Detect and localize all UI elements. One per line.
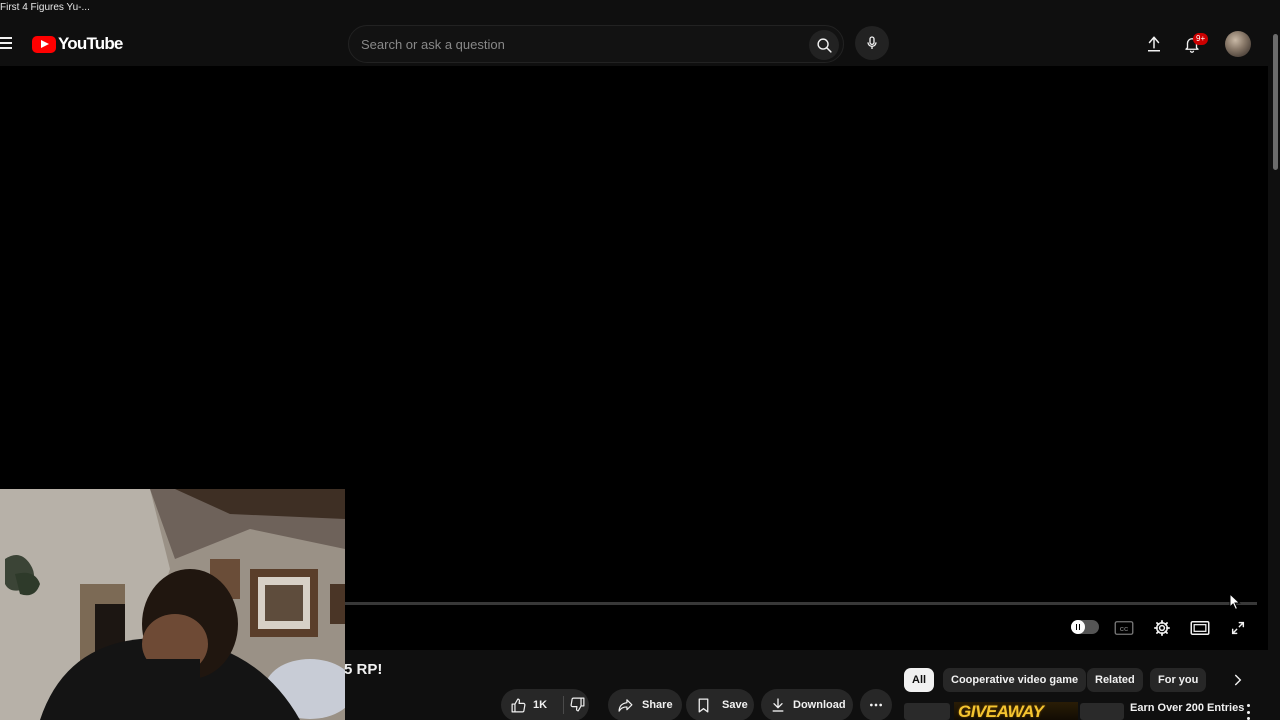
share-icon [618,698,633,712]
settings-button[interactable] [1150,616,1174,640]
voice-search-button[interactable] [855,26,889,60]
autoplay-toggle[interactable] [1071,620,1099,634]
like-button[interactable]: 1K [510,697,547,714]
avatar[interactable] [1225,31,1251,57]
thumbs-down-icon [570,697,585,712]
search-icon [816,37,832,53]
chevron-right-icon [1234,674,1242,686]
ad-thumbnail-left [904,703,950,720]
ad-thumbnail-right [1080,703,1124,720]
download-button[interactable]: Download [761,689,853,720]
fullscreen-button[interactable] [1226,616,1250,640]
svg-text:CC: CC [1120,627,1129,633]
more-horizontal-icon [870,703,882,707]
chip-for-you[interactable]: For you [1150,668,1207,692]
chip-cooperative-video-game[interactable]: Cooperative video game [943,668,1087,692]
upload-button[interactable] [1142,32,1166,56]
like-count: 1K [533,699,548,711]
pause-icon [1071,620,1085,634]
theater-mode-icon [1190,621,1210,635]
upload-icon [1148,36,1160,52]
search-button[interactable] [809,30,839,60]
logo-text: YouTube [58,34,123,53]
notification-badge: 9+ [1193,33,1209,45]
search-box [348,25,844,63]
bookmark-icon [698,697,709,713]
theater-mode-button[interactable] [1188,616,1212,640]
more-vertical-icon[interactable] [1242,704,1254,720]
masthead: YouTube 9+ [0,22,1270,66]
dislike-button[interactable] [569,696,586,716]
youtube-logo[interactable]: YouTube [32,34,123,54]
scrollbar-thumb[interactable] [1273,34,1278,170]
webcam-feed-image [0,489,345,720]
page-scrollbar[interactable] [1270,22,1280,720]
ad-banner-text: GIVEAWAY [958,702,1044,720]
chip-related[interactable]: Related [1087,668,1143,692]
browser-tab-title[interactable]: First 4 Figures Yu-... [0,2,90,13]
thumbs-up-icon [511,698,526,712]
settings-icon [1153,619,1171,637]
captions-button[interactable]: CC [1112,616,1136,640]
fullscreen-icon [1231,621,1245,635]
chip-all[interactable]: All [904,668,935,692]
mouse-cursor-icon [1229,593,1241,611]
like-dislike-group: 1K [501,689,589,720]
webcam-overlay [0,489,345,720]
ad-banner[interactable]: GIVEAWAY [954,702,1078,720]
menu-icon[interactable] [0,34,14,54]
download-icon [772,698,784,712]
chips-next-button[interactable] [1226,668,1250,692]
browser-tab-bar: First 4 Figures Yu-... [0,0,1280,22]
video-title: 5 RP! [344,661,383,678]
share-button[interactable]: Share [608,689,682,720]
ad-title[interactable]: Earn Over 200 Entries [1130,702,1244,714]
progress-bar[interactable] [345,602,1257,605]
save-label: Save [722,699,748,711]
captions-icon: CC [1114,621,1134,635]
mic-icon [867,36,877,49]
save-button[interactable]: Save [686,689,754,720]
share-label: Share [642,699,673,711]
download-label: Download [793,699,846,711]
more-actions-button[interactable] [860,689,892,720]
youtube-play-icon [32,35,56,53]
search-input[interactable] [361,36,843,52]
sponsored-recommendation[interactable]: GIVEAWAY Earn Over 200 Entries [904,700,1270,720]
like-divider [563,696,564,714]
